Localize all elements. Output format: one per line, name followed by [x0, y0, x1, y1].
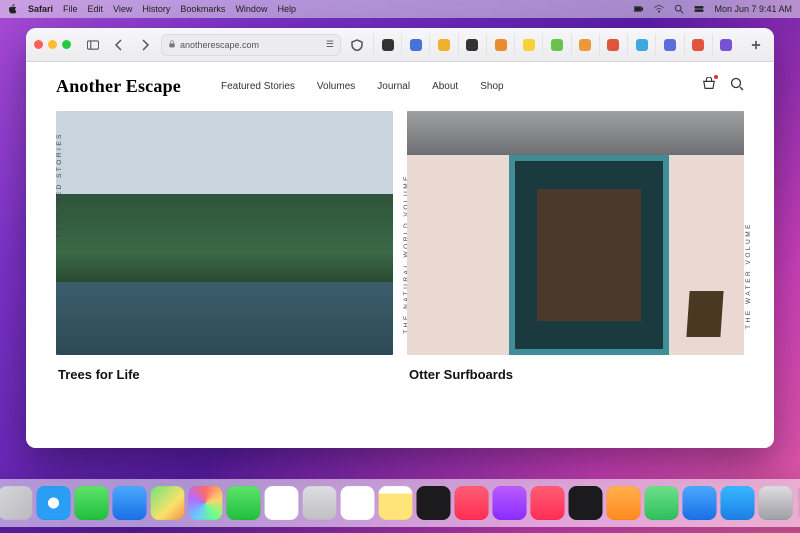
safari-window: anotherescape.com ☰ Another Escape Featu…	[26, 28, 774, 448]
site-logo[interactable]: Another Escape	[56, 76, 181, 97]
tab-favicon	[382, 39, 394, 51]
url-bar[interactable]: anotherescape.com ☰	[161, 34, 341, 56]
dock-app-keynote[interactable]	[683, 486, 717, 520]
menubar-app[interactable]: Safari	[28, 4, 53, 14]
tab-favicon	[495, 39, 507, 51]
nav-about[interactable]: About	[432, 81, 458, 92]
dock-app-news[interactable]	[531, 486, 565, 520]
dock-app-numbers[interactable]	[645, 486, 679, 520]
dock-app-podcasts[interactable]	[493, 486, 527, 520]
new-tab-button[interactable]	[746, 35, 766, 55]
story-title: Trees for Life	[56, 355, 393, 394]
dock-app-tv[interactable]	[417, 486, 451, 520]
nav-journal[interactable]: Journal	[377, 81, 410, 92]
background-tab[interactable]	[599, 34, 627, 56]
site-header: Another Escape Featured Stories Volumes …	[26, 62, 774, 107]
story-card-trees[interactable]: Trees for Life	[56, 111, 393, 394]
menu-file[interactable]: File	[63, 4, 78, 14]
zoom-window-button[interactable]	[62, 40, 71, 49]
story-card-otter[interactable]: Otter Surfboards	[407, 111, 744, 394]
menu-bookmarks[interactable]: Bookmarks	[180, 4, 225, 14]
background-tab[interactable]	[655, 34, 683, 56]
dock-app-stocks[interactable]	[569, 486, 603, 520]
background-tab[interactable]	[571, 34, 599, 56]
dock-separator	[799, 488, 800, 518]
tab-strip	[373, 34, 740, 56]
safari-toolbar: anotherescape.com ☰	[26, 28, 774, 62]
tab-favicon	[636, 39, 648, 51]
apple-menu-icon[interactable]	[8, 4, 18, 14]
featured-stories-label: FEATURED STORIES	[56, 126, 63, 243]
dock-app-contacts[interactable]	[303, 486, 337, 520]
site-search-button[interactable]	[730, 77, 744, 96]
tab-favicon	[466, 39, 478, 51]
dock-app-launchpad[interactable]	[0, 486, 33, 520]
reader-icon[interactable]: ☰	[326, 39, 334, 50]
dock	[0, 479, 800, 527]
tab-favicon	[438, 39, 450, 51]
dock-app-mail[interactable]	[113, 486, 147, 520]
lock-icon	[168, 40, 176, 50]
volume-label-2: THE WATER VOLUME	[745, 216, 752, 335]
background-tab[interactable]	[486, 34, 514, 56]
menu-history[interactable]: History	[142, 4, 170, 14]
nav-shop[interactable]: Shop	[480, 81, 503, 92]
dock-app-safari[interactable]	[37, 486, 71, 520]
menu-help[interactable]: Help	[277, 4, 296, 14]
nav-volumes[interactable]: Volumes	[317, 81, 355, 92]
dock-app-facetime[interactable]	[227, 486, 261, 520]
tab-favicon	[692, 39, 704, 51]
dock-app-settings[interactable]	[759, 486, 793, 520]
story-image	[56, 111, 393, 355]
cart-badge	[714, 75, 718, 79]
dock-app-maps[interactable]	[151, 486, 185, 520]
back-button[interactable]	[109, 35, 129, 55]
tab-favicon	[607, 39, 619, 51]
battery-icon[interactable]	[634, 4, 644, 14]
background-tab[interactable]	[401, 34, 429, 56]
menu-edit[interactable]: Edit	[88, 4, 104, 14]
cart-button[interactable]	[702, 77, 716, 91]
dock-app-music[interactable]	[455, 486, 489, 520]
story-image	[407, 111, 744, 355]
dock-app-notes[interactable]	[379, 486, 413, 520]
minimize-window-button[interactable]	[48, 40, 57, 49]
background-tab[interactable]	[712, 34, 740, 56]
menu-window[interactable]: Window	[235, 4, 267, 14]
tab-favicon	[523, 39, 535, 51]
wifi-icon[interactable]	[654, 4, 664, 14]
close-window-button[interactable]	[34, 40, 43, 49]
tab-favicon	[664, 39, 676, 51]
menu-view[interactable]: View	[113, 4, 132, 14]
background-tab[interactable]	[542, 34, 570, 56]
tab-favicon	[410, 39, 422, 51]
background-tab[interactable]	[429, 34, 457, 56]
background-tab[interactable]	[373, 34, 401, 56]
background-tab[interactable]	[684, 34, 712, 56]
forward-button[interactable]	[135, 35, 155, 55]
control-center-icon[interactable]	[694, 4, 704, 14]
sidebar-toggle-button[interactable]	[83, 35, 103, 55]
dock-app-calendar[interactable]	[265, 486, 299, 520]
url-text: anotherescape.com	[180, 40, 259, 50]
dock-app-photos[interactable]	[189, 486, 223, 520]
spotlight-icon[interactable]	[674, 4, 684, 14]
background-tab[interactable]	[514, 34, 542, 56]
menubar-clock[interactable]: Mon Jun 7 9:41 AM	[714, 4, 792, 14]
dock-app-appstore[interactable]	[721, 486, 755, 520]
nav-featured[interactable]: Featured Stories	[221, 81, 295, 92]
story-title: Otter Surfboards	[407, 355, 744, 394]
dock-app-books[interactable]	[607, 486, 641, 520]
background-tab[interactable]	[627, 34, 655, 56]
tab-favicon	[720, 39, 732, 51]
tab-favicon	[551, 39, 563, 51]
dock-app-messages[interactable]	[75, 486, 109, 520]
tab-favicon	[579, 39, 591, 51]
privacy-report-button[interactable]	[347, 35, 367, 55]
dock-app-reminders[interactable]	[341, 486, 375, 520]
site-nav: Featured Stories Volumes Journal About S…	[221, 81, 504, 92]
background-tab[interactable]	[458, 34, 486, 56]
